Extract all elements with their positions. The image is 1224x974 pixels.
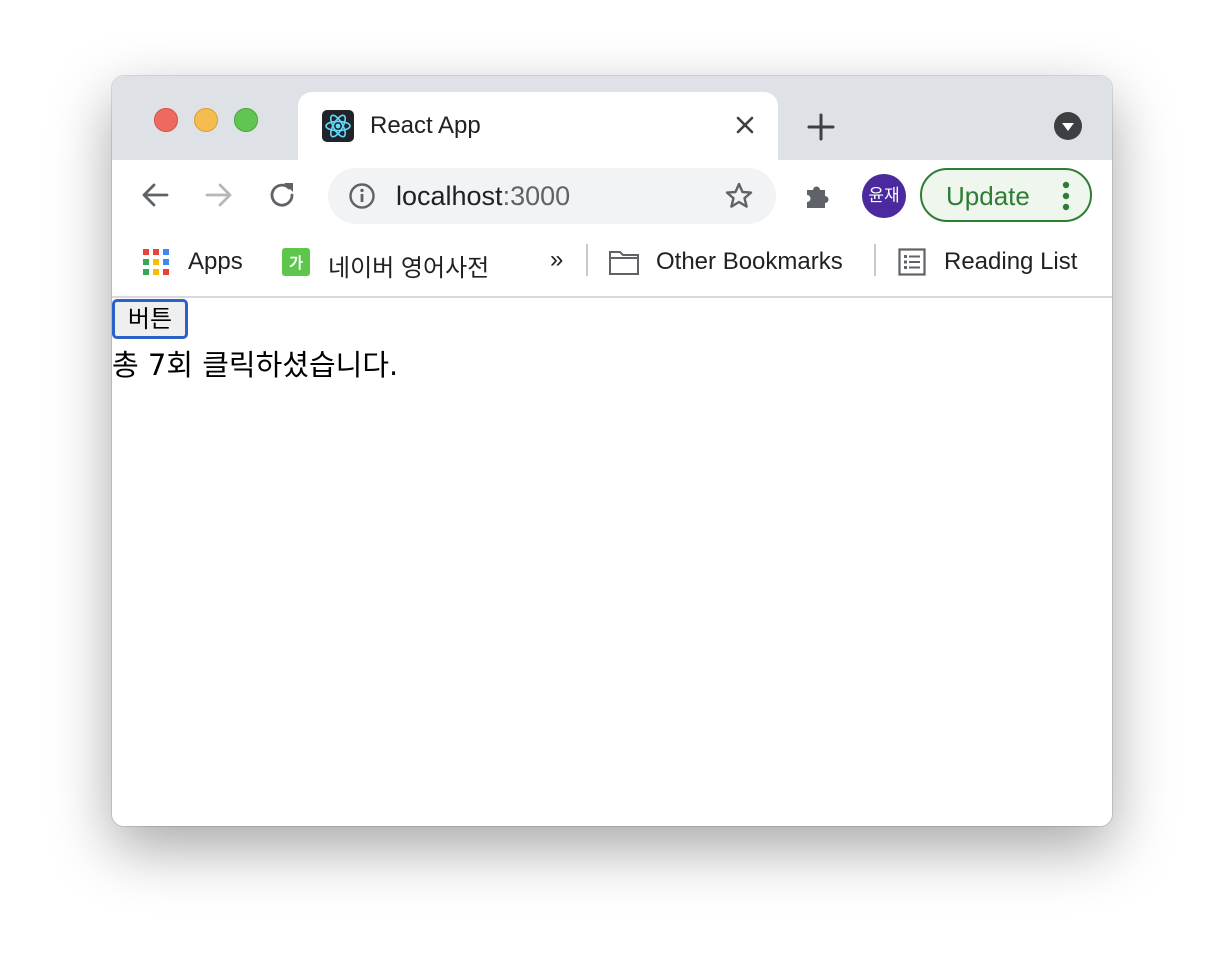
reading-list-icon	[898, 248, 926, 276]
bookmark-label: 네이버 영어사전	[328, 255, 490, 282]
close-window-button[interactable]	[154, 108, 178, 132]
folder-icon	[609, 251, 639, 275]
bookmark-label: Other Bookmarks	[656, 248, 843, 275]
forward-arrow-icon[interactable]	[204, 180, 234, 210]
svg-text:가: 가	[289, 254, 303, 272]
kebab-menu-icon[interactable]	[1062, 181, 1070, 211]
bookmark-star-icon[interactable]	[724, 181, 754, 211]
toolbar: localhost:3000 윤재 Update	[112, 160, 1112, 230]
new-tab-plus-icon[interactable]	[806, 112, 836, 142]
react-logo-icon	[322, 110, 354, 142]
profile-avatar[interactable]: 윤재	[862, 174, 906, 218]
bookmark-other-bookmarks[interactable]: Other Bookmarks	[608, 246, 858, 278]
extensions-puzzle-icon[interactable]	[802, 181, 832, 211]
bookmarks-overflow-chevron[interactable]: »	[550, 246, 563, 274]
back-arrow-icon[interactable]	[140, 180, 170, 210]
update-button[interactable]: Update	[920, 168, 1092, 222]
tab-title: React App	[370, 112, 481, 139]
address-bar[interactable]: localhost:3000	[328, 168, 776, 224]
bookmarks-divider	[586, 244, 588, 276]
tab-strip: React App	[112, 76, 1112, 162]
info-icon[interactable]	[348, 182, 376, 210]
url-text: localhost:3000	[396, 181, 571, 211]
tab-search-icon[interactable]	[1054, 112, 1082, 140]
bookmark-label: Apps	[188, 248, 243, 275]
close-icon[interactable]	[734, 114, 756, 136]
bookmarks-bar: Apps 가 네이버 영어사전 » Other Bookmarks Readin…	[112, 230, 1112, 298]
bookmark-apps[interactable]: Apps	[142, 246, 252, 278]
tab-react-app[interactable]: React App	[298, 92, 778, 162]
apps-grid-icon	[143, 249, 169, 275]
browser-window: React App localhost:3000 윤재 Update Apps …	[112, 76, 1112, 826]
click-count-text: 총 7회 클릭하셨습니다.	[112, 348, 399, 382]
zoom-window-button[interactable]	[234, 108, 258, 132]
reload-icon[interactable]	[268, 180, 298, 210]
reading-list-button[interactable]: Reading List	[898, 246, 1098, 278]
update-label: Update	[946, 181, 1030, 211]
bookmarks-divider	[874, 244, 876, 276]
click-counter-button[interactable]: 버튼	[112, 299, 188, 339]
bookmark-label: Reading List	[944, 248, 1078, 275]
naver-dictionary-icon: 가	[282, 248, 310, 276]
bookmark-naver-dictionary[interactable]: 가 네이버 영어사전	[282, 246, 512, 282]
minimize-window-button[interactable]	[194, 108, 218, 132]
page-content: 버튼 총 7회 클릭하셨습니다.	[112, 298, 1112, 826]
